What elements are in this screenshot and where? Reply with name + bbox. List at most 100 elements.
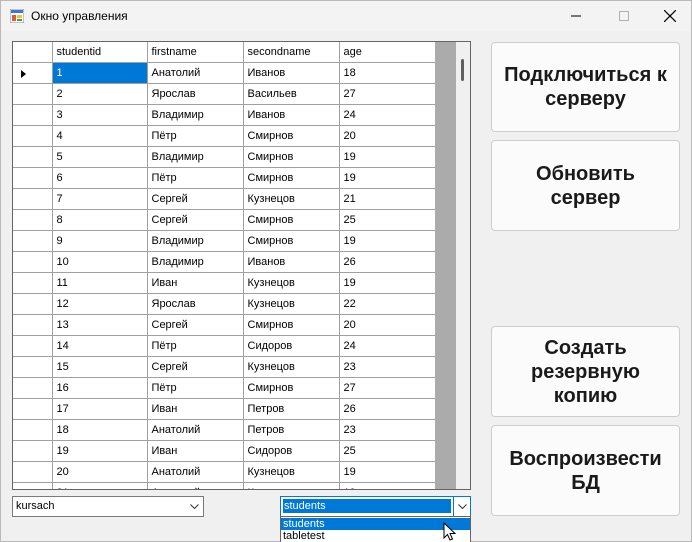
row-header[interactable] xyxy=(13,356,53,378)
database-combobox[interactable]: kursach xyxy=(12,496,204,517)
cell-secondname[interactable]: Кузнецов xyxy=(243,188,340,210)
cell-studentid[interactable]: 6 xyxy=(52,167,148,189)
row-header[interactable] xyxy=(13,293,53,315)
cell-firstname[interactable]: Сергей xyxy=(147,314,244,336)
cell-age[interactable]: 19 xyxy=(339,461,435,483)
cell-studentid[interactable]: 21 xyxy=(52,482,148,489)
cell-secondname[interactable]: Иванов xyxy=(243,104,340,126)
table-row[interactable]: 12 Ярослав Кузнецов 22 xyxy=(13,293,435,315)
row-header[interactable] xyxy=(13,230,53,252)
cell-age[interactable]: 21 xyxy=(339,188,435,210)
row-header[interactable] xyxy=(13,335,53,357)
cell-age[interactable]: 25 xyxy=(339,209,435,231)
cell-age[interactable]: 19 xyxy=(339,272,435,294)
row-header[interactable] xyxy=(13,83,53,105)
table-row[interactable]: 8 Сергей Смирнов 25 xyxy=(13,209,435,231)
row-header[interactable] xyxy=(13,461,53,483)
cell-age[interactable]: 24 xyxy=(339,335,435,357)
connect-server-button[interactable]: Подключиться к серверу xyxy=(491,42,680,132)
cell-secondname[interactable]: Сидоров xyxy=(243,335,340,357)
cell-age[interactable]: 18 xyxy=(339,62,435,84)
table-row[interactable]: 19 Иван Сидоров 25 xyxy=(13,440,435,462)
cell-firstname[interactable]: Владимир xyxy=(147,146,244,168)
restore-db-button[interactable]: Воспроизвести БД xyxy=(491,425,680,516)
column-header-studentid[interactable]: studentid xyxy=(52,42,148,63)
table-row[interactable]: 1 Анатолий Иванов 18 xyxy=(13,62,435,84)
cell-studentid[interactable]: 1 xyxy=(52,62,148,84)
cell-firstname[interactable]: Сергей xyxy=(147,188,244,210)
cell-firstname[interactable]: Анатолий xyxy=(147,482,244,489)
table-row[interactable]: 20 Анатолий Кузнецов 19 xyxy=(13,461,435,483)
cell-firstname[interactable]: Ярослав xyxy=(147,83,244,105)
table-row[interactable]: 11 Иван Кузнецов 19 xyxy=(13,272,435,294)
cell-studentid[interactable]: 13 xyxy=(52,314,148,336)
row-header[interactable] xyxy=(13,62,53,84)
table-row[interactable]: 21АнатолийКузнецов19 xyxy=(13,482,435,489)
row-header[interactable] xyxy=(13,272,53,294)
cell-studentid[interactable]: 14 xyxy=(52,335,148,357)
cell-studentid[interactable]: 11 xyxy=(52,272,148,294)
cell-studentid[interactable]: 20 xyxy=(52,461,148,483)
cell-firstname[interactable]: Иван xyxy=(147,398,244,420)
cell-firstname[interactable]: Анатолий xyxy=(147,461,244,483)
row-header[interactable] xyxy=(13,209,53,231)
refresh-server-button[interactable]: Обновить сервер xyxy=(491,140,680,231)
cell-studentid[interactable]: 17 xyxy=(52,398,148,420)
cell-secondname[interactable]: Кузнецов xyxy=(243,461,340,483)
cell-firstname[interactable]: Владимир xyxy=(147,230,244,252)
cell-secondname[interactable]: Иванов xyxy=(243,251,340,273)
cell-secondname[interactable]: Сидоров xyxy=(243,440,340,462)
cell-firstname[interactable]: Сергей xyxy=(147,356,244,378)
cell-studentid[interactable]: 15 xyxy=(52,356,148,378)
cell-age[interactable]: 19 xyxy=(339,146,435,168)
row-header[interactable] xyxy=(13,251,53,273)
cell-secondname[interactable]: Петров xyxy=(243,398,340,420)
column-header-age[interactable]: age xyxy=(339,42,435,63)
table-row[interactable]: 17 Иван Петров 26 xyxy=(13,398,435,420)
scrollbar-thumb[interactable] xyxy=(461,59,464,81)
cell-age[interactable]: 26 xyxy=(339,398,435,420)
table-row[interactable]: 7 Сергей Кузнецов 21 xyxy=(13,188,435,210)
table-row[interactable]: 15 Сергей Кузнецов 23 xyxy=(13,356,435,378)
corner-header[interactable] xyxy=(13,42,53,63)
table-row[interactable]: 5 Владимир Смирнов 19 xyxy=(13,146,435,168)
cell-studentid[interactable]: 9 xyxy=(52,230,148,252)
cell-age[interactable]: 22 xyxy=(339,293,435,315)
row-header[interactable] xyxy=(13,167,53,189)
cell-studentid[interactable]: 10 xyxy=(52,251,148,273)
cell-secondname[interactable]: Смирнов xyxy=(243,209,340,231)
cell-secondname[interactable]: Смирнов xyxy=(243,314,340,336)
cell-firstname[interactable]: Анатолий xyxy=(147,62,244,84)
cell-age[interactable]: 26 xyxy=(339,251,435,273)
cell-studentid[interactable]: 18 xyxy=(52,419,148,441)
cell-age[interactable]: 19 xyxy=(339,230,435,252)
cell-age[interactable]: 27 xyxy=(339,377,435,399)
column-header-firstname[interactable]: firstname xyxy=(147,42,244,63)
database-combobox-dropdown-button[interactable] xyxy=(186,497,203,516)
column-header-secondname[interactable]: secondname xyxy=(243,42,340,63)
cell-firstname[interactable]: Сергей xyxy=(147,209,244,231)
cell-secondname[interactable]: Кузнецов xyxy=(243,356,340,378)
cell-secondname[interactable]: Смирнов xyxy=(243,167,340,189)
cell-age[interactable]: 23 xyxy=(339,356,435,378)
cell-age[interactable]: 20 xyxy=(339,314,435,336)
maximize-button[interactable] xyxy=(601,1,647,31)
table-row[interactable]: 13 Сергей Смирнов 20 xyxy=(13,314,435,336)
cell-secondname[interactable]: Смирнов xyxy=(243,377,340,399)
minimize-button[interactable] xyxy=(553,1,599,31)
cell-secondname[interactable]: Кузнецов xyxy=(243,293,340,315)
table-row[interactable]: 18 Анатолий Петров 23 xyxy=(13,419,435,441)
cell-secondname[interactable]: Кузнецов xyxy=(243,272,340,294)
cell-age[interactable]: 24 xyxy=(339,104,435,126)
create-backup-button[interactable]: Создать резервную копию xyxy=(491,326,680,417)
cell-firstname[interactable]: Иван xyxy=(147,440,244,462)
table-row[interactable]: 10 Владимир Иванов 26 xyxy=(13,251,435,273)
cell-studentid[interactable]: 2 xyxy=(52,83,148,105)
table-row[interactable]: 2 Ярослав Васильев 27 xyxy=(13,83,435,105)
table-row[interactable]: 14 Пётр Сидоров 24 xyxy=(13,335,435,357)
row-header[interactable] xyxy=(13,440,53,462)
cell-firstname[interactable]: Владимир xyxy=(147,104,244,126)
students-data-grid[interactable]: studentid firstname secondname age 1 Анат… xyxy=(12,41,471,490)
cell-firstname[interactable]: Анатолий xyxy=(147,419,244,441)
row-header[interactable] xyxy=(13,398,53,420)
